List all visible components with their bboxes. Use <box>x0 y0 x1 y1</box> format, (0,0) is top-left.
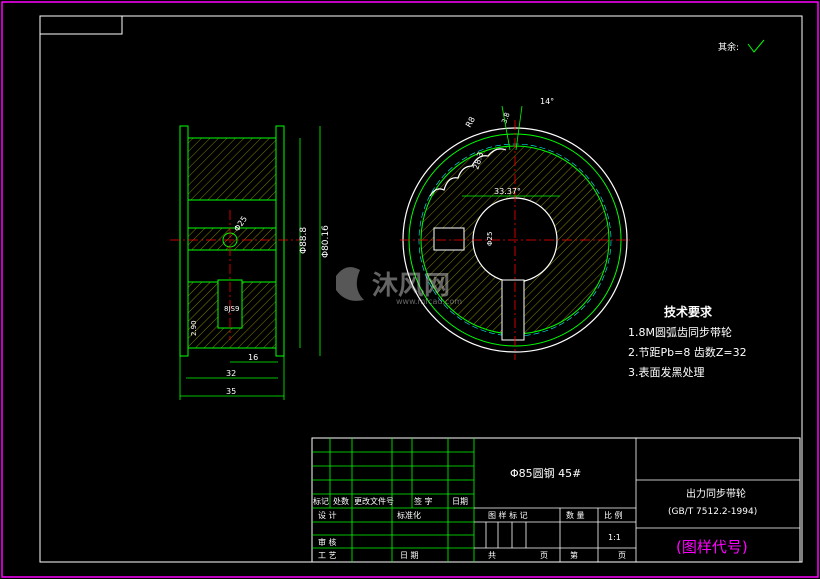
right-flange <box>275 125 285 357</box>
row-design: 设 计 <box>318 510 337 520</box>
dim-od2: Φ88.8 <box>299 227 309 254</box>
drawing-canvas: 其余: Φ80.16 Φ88.8 Φ25 8JS9 2.90 16 32 35 <box>1 1 819 578</box>
dim-front-bore: Φ25 <box>486 232 494 246</box>
page-label-2: 页 <box>618 551 626 560</box>
stage-label: 图 样 标 记 <box>488 510 528 520</box>
watermark-logo-icon <box>336 267 364 301</box>
title-grid <box>474 438 800 562</box>
watermark-url: www.mfcad.com <box>396 297 462 306</box>
tech-req-title: 技术要求 <box>664 304 713 319</box>
tech-req-item-1: 1.8M圆弧齿同步带轮 <box>628 325 732 339</box>
title-block: Φ85圆钢 45# 出力同步带轮 (GB/T 7512.2-1994) (图样代… <box>311 437 801 563</box>
row-process: 工 艺 <box>318 551 337 560</box>
bore-slot-top <box>187 199 277 229</box>
drawing-code: (图样代号) <box>676 538 748 556</box>
row-date: 日 期 <box>400 551 419 560</box>
dim-wall: 2.90 <box>190 320 198 336</box>
row-check: 审 核 <box>318 537 337 547</box>
material-text: Φ85圆钢 45# <box>510 467 581 480</box>
watermark: 沐风网 www.mfcad.com <box>336 267 462 306</box>
dim-tooth-depth: 3.8 <box>500 111 511 124</box>
hdr-date: 日期 <box>452 497 468 506</box>
surface-finish-label: 其余: <box>718 41 739 53</box>
dim-width-inner: 16 <box>248 353 258 362</box>
dim-tooth-angle: 14° <box>540 97 554 106</box>
hdr-mark: 标记 <box>313 496 329 506</box>
left-flange <box>179 125 189 357</box>
dim-keyway: 8JS9 <box>224 305 239 313</box>
dim-od1: Φ80.16 <box>321 225 331 258</box>
tech-requirements: 技术要求 1.8M圆弧齿同步带轮 2.节距Pb=8 齿数Z=32 3.表面发黑处… <box>628 304 747 379</box>
keyway-left <box>433 227 465 251</box>
page-label: 页 <box>540 551 548 560</box>
sheets-label: 共 <box>488 551 496 560</box>
bore-slot-bottom <box>187 249 277 283</box>
side-view: Φ80.16 Φ88.8 Φ25 8JS9 2.90 16 32 35 <box>170 125 331 400</box>
hdr-doc: 更改文件号 <box>354 496 394 506</box>
standard-code: (GB/T 7512.2-1994) <box>668 507 757 517</box>
dim-width-mid: 32 <box>226 369 236 378</box>
corner-box <box>39 15 123 35</box>
tech-req-item-3: 3.表面发黑处理 <box>628 365 705 379</box>
row-standard: 标准化 <box>397 510 421 520</box>
hdr-sign: 签 字 <box>414 496 433 506</box>
scale-label: 比 例 <box>604 510 623 520</box>
roughness-symbol-icon <box>747 39 765 53</box>
tech-req-item-2: 2.节距Pb=8 齿数Z=32 <box>628 346 747 359</box>
front-view: 33.37° 28.3 R8 Φ25 14° 3.8 <box>400 97 630 360</box>
dim-width-total: 35 <box>226 387 236 396</box>
qty-label: 数 量 <box>566 510 585 520</box>
keyway-bottom <box>501 279 525 341</box>
sheet-label: 第 <box>570 550 578 560</box>
part-name: 出力同步带轮 <box>686 487 746 500</box>
scale-value: 1:1 <box>608 533 621 542</box>
hdr-count: 处数 <box>333 496 349 506</box>
dim-teeth-r: R8 <box>464 115 477 129</box>
dim-chord: 33.37° <box>494 187 521 196</box>
